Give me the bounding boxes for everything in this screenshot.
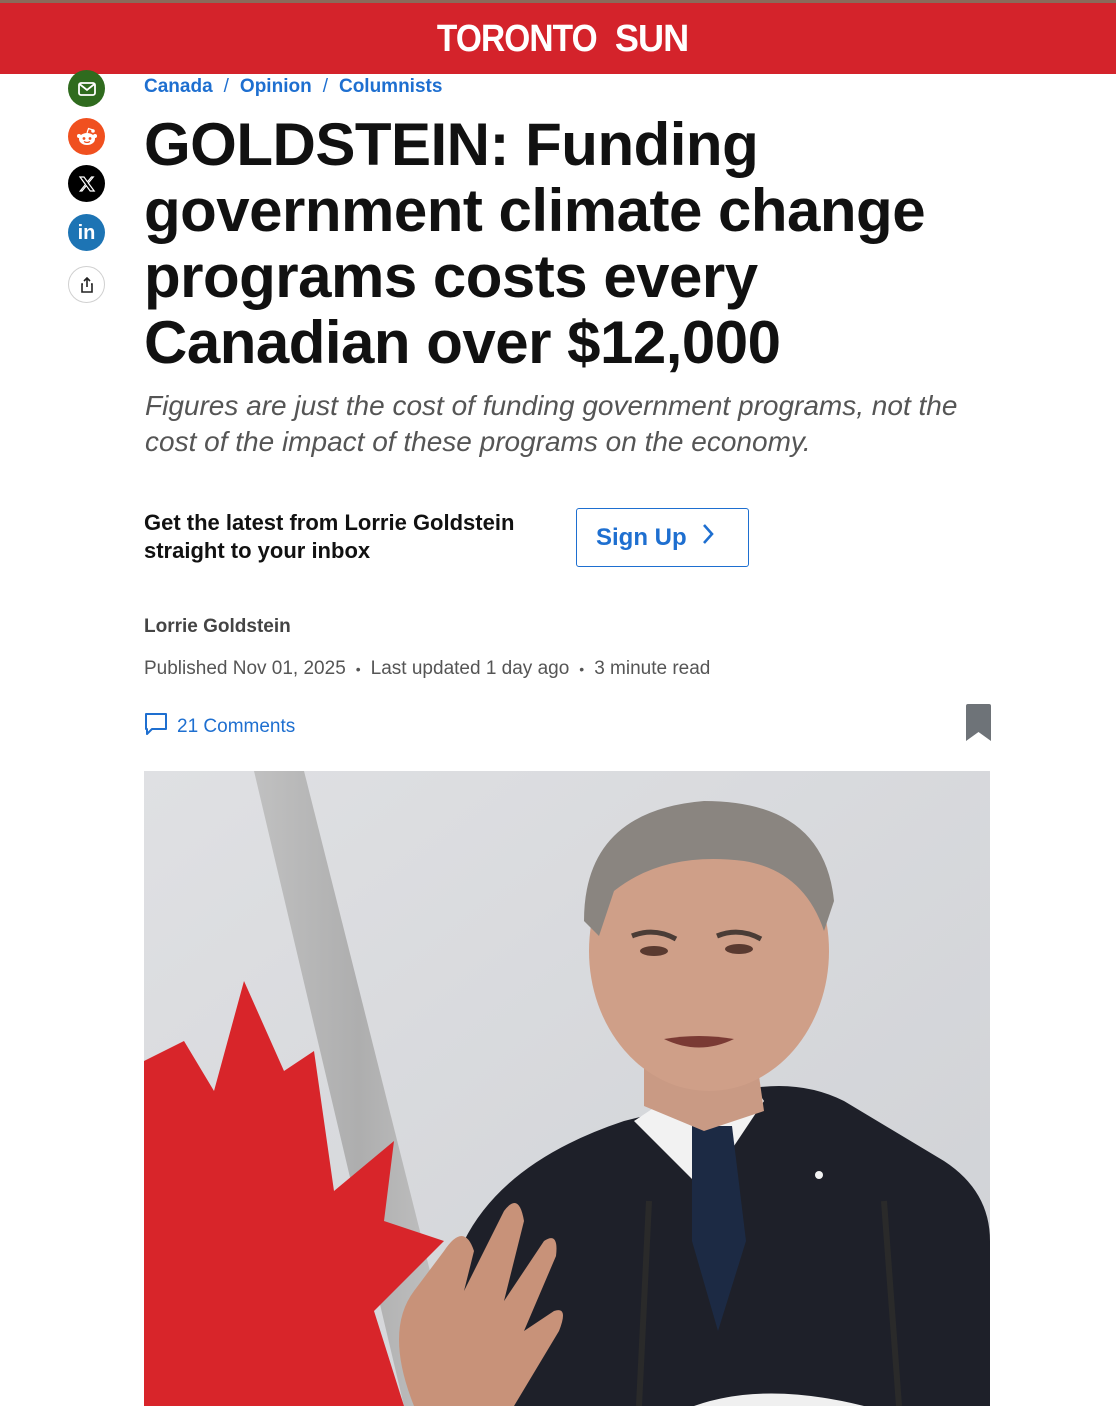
share-icon (80, 276, 94, 293)
comment-icon (144, 712, 168, 742)
newsletter-line-2: straight to your inbox (144, 538, 371, 563)
logo-part-1: TORONTO (436, 18, 597, 60)
article-deck: Figures are just the cost of funding gov… (145, 390, 958, 457)
article-headline: GOLDSTEIN: Funding government climate ch… (144, 111, 926, 376)
newsletter-text: Get the latest from Lorrie Goldstein str… (144, 509, 564, 565)
site-logo[interactable]: TORONTO SUN (0, 17, 1116, 61)
reddit-icon (76, 127, 98, 147)
breadcrumb-separator: / (322, 76, 328, 97)
comments-count: 21 Comments (177, 716, 296, 737)
published-date: Published Nov 01, 2025 (144, 658, 346, 679)
breadcrumb-canada[interactable]: Canada (144, 76, 213, 98)
share-email-button[interactable] (68, 70, 105, 107)
bookmark-icon (966, 704, 991, 746)
sign-up-button[interactable]: Sign Up (576, 508, 749, 567)
x-icon (78, 175, 96, 193)
hero-image (144, 771, 990, 1406)
article-meta: Published Nov 01, 2025 • Last updated 1 … (144, 658, 710, 680)
read-time: 3 minute read (594, 658, 711, 679)
share-linkedin-button[interactable]: in (68, 214, 105, 251)
chevron-right-icon (701, 523, 715, 552)
breadcrumb-opinion[interactable]: Opinion (240, 76, 312, 98)
last-updated: Last updated 1 day ago (370, 658, 570, 679)
comments-link[interactable]: 21 Comments (144, 712, 295, 742)
linkedin-icon: in (77, 221, 96, 244)
site-header: TORONTO SUN (0, 0, 1116, 74)
share-more-button[interactable] (68, 266, 105, 303)
share-x-button[interactable] (68, 165, 105, 202)
email-icon (77, 81, 96, 96)
sign-up-label: Sign Up (596, 523, 687, 551)
logo-part-2: SUN (615, 18, 689, 60)
bookmark-button[interactable] (966, 704, 991, 742)
share-reddit-button[interactable] (68, 118, 105, 155)
breadcrumb-separator: / (223, 76, 229, 97)
breadcrumb: Canada / Opinion / Columnists (144, 76, 442, 98)
meta-separator: • (355, 661, 361, 677)
breadcrumb-columnists[interactable]: Columnists (339, 76, 442, 98)
article-author[interactable]: Lorrie Goldstein (144, 616, 291, 638)
newsletter-line-1: Get the latest from Lorrie Goldstein (144, 510, 515, 535)
meta-separator: • (579, 661, 585, 677)
